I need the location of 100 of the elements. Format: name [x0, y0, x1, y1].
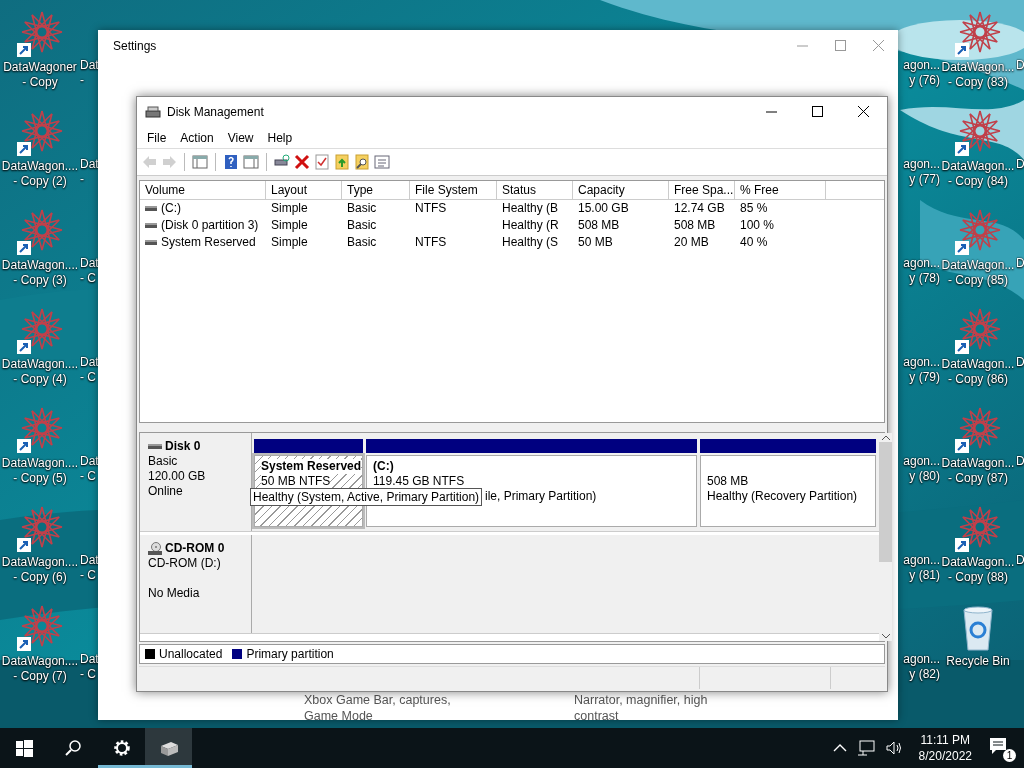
desktop-icon-label[interactable]: agon... [903, 157, 940, 172]
desktop-icon-label[interactable]: D [1016, 553, 1024, 568]
desktop-icon-label[interactable]: DataWagon... [941, 555, 1015, 570]
search-icon[interactable] [354, 154, 370, 171]
desktop-icon-label[interactable]: DataWagon.... [1, 357, 79, 372]
shortcut-icon[interactable] [16, 208, 64, 256]
desktop-icon-label[interactable]: Dat [80, 58, 98, 73]
desktop-icon-label[interactable]: Dat [80, 157, 98, 172]
column-header[interactable]: Free Spa... [669, 181, 735, 201]
column-header[interactable]: File System [410, 181, 497, 201]
desktop-icon-label[interactable]: - Copy (83) [948, 75, 1008, 90]
desktop-icon-label[interactable]: - Copy (2) [13, 174, 67, 189]
desktop-icon-label[interactable]: - C [80, 568, 96, 583]
desktop-icon-label[interactable]: Dat [80, 256, 98, 271]
desktop-icon-label[interactable]: - C [80, 469, 96, 484]
taskbar-button[interactable] [145, 728, 192, 768]
desktop-icon-label[interactable]: Dat [80, 454, 98, 469]
column-header[interactable]: % Free [735, 181, 826, 201]
desktop-icon-label[interactable]: - C [80, 667, 96, 682]
desktop-icon-label[interactable]: agon... [903, 454, 940, 469]
desktop-icon-label[interactable]: - Copy (87) [948, 471, 1008, 486]
column-header[interactable]: Type [342, 181, 410, 201]
desktop-icon-label[interactable]: DataWagon.... [1, 555, 79, 570]
column-header[interactable]: Volume [140, 181, 266, 201]
desktop-icon-label[interactable]: agon... [903, 652, 940, 667]
shortcut-icon[interactable] [954, 208, 1002, 256]
shortcut-icon[interactable] [954, 109, 1002, 157]
notification-icon[interactable] [988, 736, 1008, 756]
maximize-icon[interactable] [812, 105, 824, 118]
help-icon[interactable] [223, 154, 239, 171]
shortcut-icon[interactable] [16, 10, 64, 58]
desktop-icon-label[interactable]: - Copy (6) [13, 570, 67, 585]
scroll-up-icon[interactable] [881, 435, 890, 441]
network-icon[interactable] [856, 740, 875, 756]
desktop-icon-label[interactable]: DataWagon.... [1, 456, 79, 471]
clock-time[interactable]: 11:11 PM [920, 732, 971, 748]
desktop-icon-label[interactable]: agon... [903, 355, 940, 370]
menu-item[interactable]: Help [260, 130, 300, 145]
desktop-icon-label[interactable]: D [1016, 256, 1024, 271]
close-icon[interactable] [858, 105, 870, 118]
volume-icon[interactable] [884, 740, 903, 756]
column-header[interactable]: Status [497, 181, 573, 201]
shortcut-icon[interactable] [16, 604, 64, 652]
checklist-icon[interactable] [314, 154, 330, 171]
desktop-icon-label[interactable]: y (82) [909, 667, 940, 682]
desktop-icon-label[interactable]: y (81) [909, 568, 940, 583]
desktop-icon-label[interactable]: agon... [903, 58, 940, 73]
scroll-down-icon[interactable] [881, 633, 890, 639]
shortcut-icon[interactable] [16, 406, 64, 454]
desktop-icon-label[interactable]: - Copy (3) [13, 273, 67, 288]
column-header[interactable]: Layout [266, 181, 342, 201]
desktop-icon-label[interactable]: - Copy (5) [13, 471, 67, 486]
desktop-icon-label[interactable]: D [1016, 355, 1024, 370]
desktop-icon-label[interactable]: agon... [903, 553, 940, 568]
scrollbar[interactable] [879, 433, 892, 641]
desktop-icon-label[interactable]: - Copy (85) [948, 273, 1008, 288]
desktop-icon-label[interactable]: Dat [80, 355, 98, 370]
desktop-icon-label[interactable]: DataWagon.... [1, 654, 79, 669]
desktop-icon-label[interactable]: y (76) [909, 73, 940, 88]
desktop-icon-label[interactable]: D [1016, 157, 1024, 172]
desktop-icon-label[interactable]: DataWagon... [941, 456, 1015, 471]
desktop-icon-label[interactable]: - Copy (7) [13, 669, 67, 684]
shortcut-icon[interactable] [16, 307, 64, 355]
desktop-icon-label[interactable]: Dat [80, 652, 98, 667]
partition-block[interactable]: 508 MB Healthy (Recovery Partition) [700, 455, 876, 528]
desktop-icon-label[interactable]: y (77) [909, 172, 940, 187]
desktop-icon-label[interactable]: DataWagon... [941, 258, 1015, 273]
desktop-icon-label[interactable]: - Copy (88) [948, 570, 1008, 585]
desktop-icon-label[interactable]: Dat [80, 553, 98, 568]
desktop-icon-label[interactable]: y (78) [909, 271, 940, 286]
menu-item[interactable]: Action [173, 130, 221, 145]
desktop-icon-label[interactable]: - C [80, 271, 96, 286]
desktop-icon-label[interactable]: DataWagoner [3, 60, 77, 75]
desktop-icon-label[interactable]: Recycle Bin [946, 654, 1010, 669]
desktop-icon-label[interactable]: D [1016, 454, 1024, 469]
desktop-icon-label[interactable]: agon... [903, 256, 940, 271]
shortcut-icon[interactable] [954, 10, 1002, 58]
desktop-icon-label[interactable]: DataWagon.... [1, 258, 79, 273]
desktop-icon-label[interactable]: DataWagon.... [1, 159, 79, 174]
menu-item[interactable]: File [140, 130, 174, 145]
desktop-icon-label[interactable]: DataWagon... [941, 159, 1015, 174]
shortcut-icon[interactable] [954, 406, 1002, 454]
desktop-icon-label[interactable]: y (80) [909, 469, 940, 484]
menu-item[interactable]: View [220, 130, 261, 145]
delete-icon[interactable] [294, 154, 310, 171]
desktop-icon-label[interactable]: - Copy (4) [13, 372, 67, 387]
chevron-up-icon[interactable] [832, 743, 847, 753]
shortcut-icon[interactable] [954, 505, 1002, 553]
clock-date[interactable]: 8/20/2022 [918, 748, 972, 764]
shortcut-icon[interactable] [16, 505, 64, 553]
desktop-icon-label[interactable]: - Copy [22, 75, 58, 90]
desktop-icon-label[interactable]: - Copy (86) [948, 372, 1008, 387]
desktop-icon-label[interactable]: - Copy (84) [948, 174, 1008, 189]
shortcut-icon[interactable] [16, 109, 64, 157]
shortcut-icon[interactable] [954, 307, 1002, 355]
folder-icon[interactable] [334, 154, 350, 171]
desktop-icon-label[interactable]: - C [80, 370, 96, 385]
desktop-icon-label[interactable]: DataWagon... [941, 357, 1015, 372]
desktop-icon-label[interactable]: y (79) [909, 370, 940, 385]
column-header[interactable]: Capacity [573, 181, 669, 201]
